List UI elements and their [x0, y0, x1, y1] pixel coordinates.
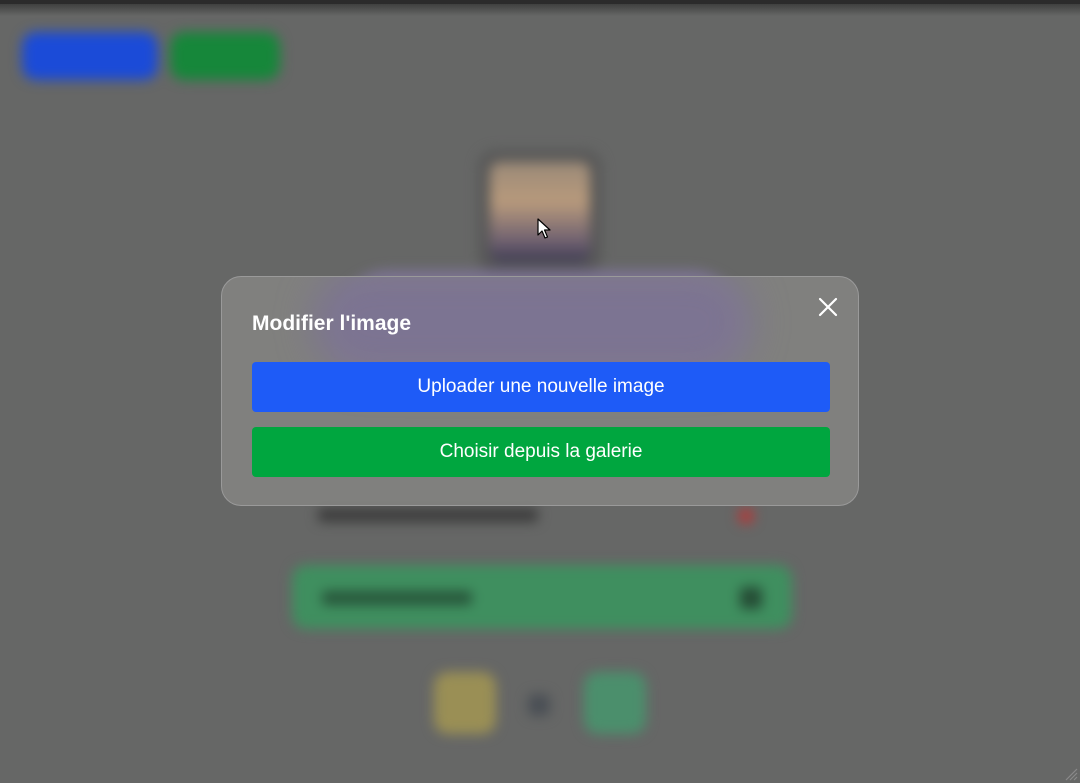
background-green-bar-text — [322, 591, 472, 605]
app-window: Modifier l'image Uploader une nouvelle i… — [0, 0, 1080, 783]
close-icon[interactable] — [816, 295, 840, 319]
background-green-bar — [292, 565, 792, 629]
window-top-shadow — [0, 4, 1080, 16]
upload-image-button[interactable]: Uploader une nouvelle image — [252, 362, 830, 412]
edit-image-modal: Modifier l'image Uploader une nouvelle i… — [221, 276, 859, 506]
background-text — [318, 508, 538, 522]
background-blue-button — [22, 32, 158, 80]
background-avatar — [478, 150, 602, 274]
background-green-button — [170, 32, 280, 80]
background-red-icon — [738, 508, 754, 524]
resize-grip-icon[interactable] — [1062, 765, 1078, 781]
avatar-image — [490, 162, 590, 262]
background-gray-icon — [528, 694, 550, 716]
background-green-bar-icon — [740, 587, 762, 609]
modal-title: Modifier l'image — [252, 312, 412, 335]
background-teal-tile — [584, 672, 646, 734]
background-yellow-tile — [434, 672, 496, 734]
mouse-cursor-icon — [537, 218, 551, 239]
choose-from-gallery-button[interactable]: Choisir depuis la galerie — [252, 427, 830, 477]
